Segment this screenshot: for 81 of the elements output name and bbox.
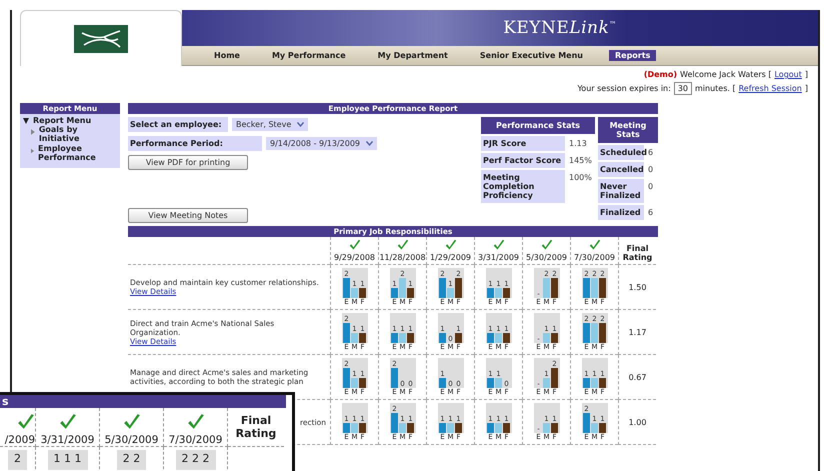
chart-bar	[455, 333, 462, 343]
stat-label: Finalized	[598, 205, 644, 220]
minutes-text: minutes. [	[695, 84, 736, 93]
bullet-arrow-icon	[31, 148, 34, 154]
stat-label: Cancelled	[598, 162, 644, 177]
final-rating: 0.67	[628, 372, 646, 382]
logo-icon	[74, 24, 128, 52]
dropdown-chevron-icon[interactable]	[366, 141, 374, 146]
bracket-text: ]	[804, 70, 808, 79]
bracket-text: ]	[804, 84, 808, 93]
demo-label: (Demo)	[644, 70, 678, 79]
period-select[interactable]: 9/14/2008 - 9/13/2009	[266, 137, 378, 150]
period-label: Performance Period:	[128, 136, 262, 151]
chart-bar	[439, 378, 446, 388]
inset-title-bar: s	[0, 395, 286, 408]
mini-bar-chart: 2	[8, 450, 27, 470]
stat-label: Meeting Completion Proficiency	[481, 170, 565, 203]
date-header: 1/29/2009	[430, 253, 472, 262]
logout-link[interactable]: Logout	[774, 70, 802, 79]
performance-stats-header: Performance Stats	[481, 117, 595, 134]
nav-tab[interactable]: Home	[208, 50, 246, 61]
checkmark-icon	[17, 413, 35, 431]
final-rating: 1.00	[628, 418, 646, 426]
stat-label: Perf Factor Score	[481, 153, 565, 168]
checkmark-icon	[492, 239, 504, 251]
date-header: 3/31/2009	[40, 434, 94, 446]
nav-tab[interactable]: Reports	[608, 50, 656, 61]
checkmark-icon	[122, 413, 140, 431]
bullet-arrow-icon	[31, 129, 35, 135]
mini-bar-chart: 2 2 2	[176, 450, 216, 470]
welcome-text: Welcome Jack Waters [	[680, 70, 772, 79]
chart-bar	[391, 368, 398, 388]
stat-label: Scheduled	[598, 145, 644, 160]
checkmark-icon	[540, 239, 552, 251]
employee-select[interactable]: Becker, Steve	[232, 118, 308, 131]
employee-label: Select an employee:	[128, 117, 228, 132]
chart-bar	[439, 333, 446, 343]
expand-arrow-icon[interactable]	[23, 118, 29, 124]
minutes-field[interactable]: 30	[674, 82, 692, 95]
date-header: /2009	[4, 434, 35, 446]
brand-logo-text: KEYNELink$^{™}$	[503, 18, 617, 38]
date-header: 7/30/2009	[168, 434, 222, 446]
date-header: 9/29/2008	[334, 253, 376, 262]
date-header: 11/28/2008	[379, 253, 426, 262]
checkmark-icon	[444, 239, 456, 251]
stat-value: 6	[647, 207, 654, 219]
checkmark-icon	[396, 239, 408, 251]
nav-tab[interactable]: Senior Executive Menu	[474, 50, 589, 61]
final-rating: 1.50	[628, 282, 646, 292]
view-meeting-notes-button[interactable]: View Meeting Notes	[128, 208, 248, 223]
session-label: Your session expires in:	[577, 84, 671, 93]
final-rating-header: Final Rating	[234, 414, 278, 440]
view-pdf-button[interactable]: View PDF for printing	[128, 155, 248, 170]
checkmark-icon	[186, 413, 204, 431]
tree-item[interactable]: Employee Performance	[38, 144, 117, 162]
stat-value: 0	[647, 164, 654, 176]
refresh-session-link[interactable]: Refresh Session	[738, 84, 802, 93]
date-header: 5/30/2009	[104, 434, 158, 446]
stat-value: 145%	[568, 155, 593, 167]
dropdown-chevron-icon[interactable]	[297, 122, 304, 127]
stat-value: 6	[647, 147, 654, 159]
mini-bar-chart: 1 1 1	[48, 450, 88, 470]
stat-label: PJR Score	[481, 136, 565, 151]
nav-tab[interactable]: My Department	[372, 50, 454, 61]
mini-bar-chart: 2 2	[116, 450, 146, 470]
checkmark-icon	[588, 239, 600, 251]
date-header: 5/30/2009	[526, 253, 568, 262]
final-rating: 1.17	[628, 328, 646, 336]
date-header: 7/30/2009	[574, 253, 616, 262]
tree-item[interactable]: Report Menu	[33, 116, 92, 125]
final-rating-header: Final Rating	[622, 244, 654, 262]
stat-label: Never Finalized	[598, 179, 644, 203]
date-header: 3/31/2009	[478, 253, 520, 262]
nav-tab[interactable]: My Performance	[266, 50, 352, 61]
stat-value: 0	[647, 181, 654, 193]
meeting-stats-header: Meeting Stats	[598, 117, 658, 143]
checkmark-icon	[348, 239, 360, 251]
stat-value: 1.13	[568, 138, 588, 150]
tree-item[interactable]: Goals by Initiative	[38, 125, 117, 143]
stat-value: 100%	[568, 172, 593, 184]
checkmark-icon	[58, 413, 76, 431]
